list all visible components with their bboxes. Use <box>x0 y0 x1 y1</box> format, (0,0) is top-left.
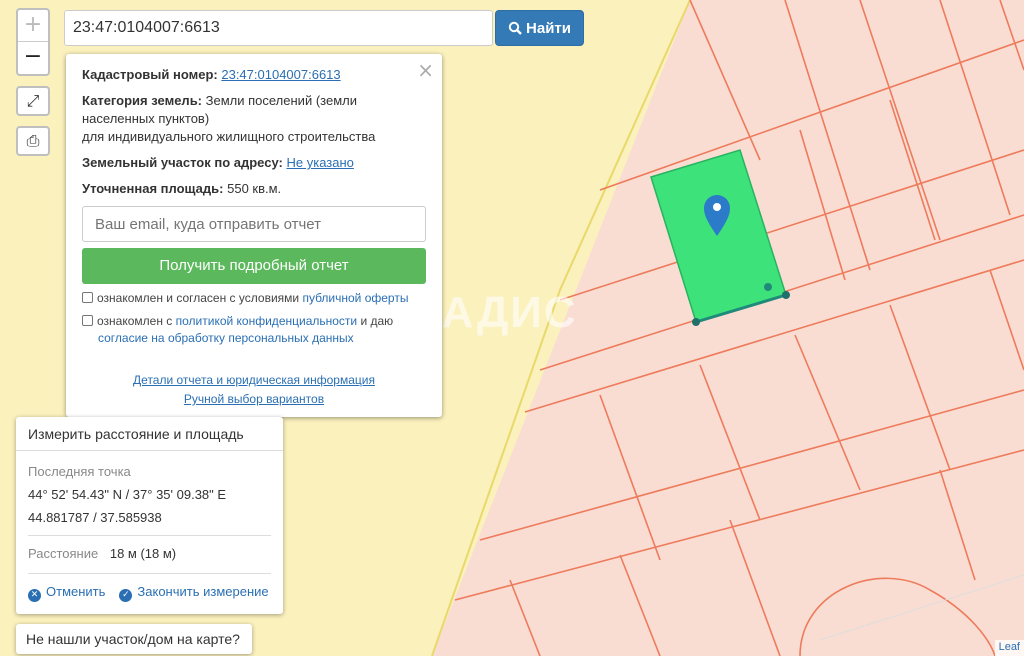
privacy-consent-tail: и даю <box>360 314 394 328</box>
category-value-line3: для индивидуального жилищного строительс… <box>82 129 376 144</box>
category-value: Земли поселений (земли <box>205 93 357 108</box>
not-found-button[interactable]: Не нашли участок/дом на карте? <box>16 624 252 654</box>
privacy-checkbox[interactable] <box>82 315 93 326</box>
search-icon <box>508 21 522 35</box>
offer-consent-text: ознакомлен и согласен с условиями <box>97 291 300 305</box>
address-label: Земельный участок по адресу: <box>82 155 283 170</box>
distance-label: Расстояние <box>28 546 99 561</box>
check-icon: ✓ <box>119 589 133 602</box>
last-point-label: Последняя точка <box>28 464 131 479</box>
email-field[interactable] <box>82 206 426 242</box>
get-report-button[interactable]: Получить подробный отчет <box>82 248 426 284</box>
printer-icon: ⎙ <box>26 131 40 150</box>
zoom-control: + − <box>16 8 50 76</box>
cadastral-link[interactable]: 23:47:0104007:6613 <box>221 67 340 82</box>
offer-checkbox[interactable] <box>82 292 93 303</box>
offer-link[interactable]: публичной оферты <box>302 291 408 305</box>
privacy-policy-link[interactable]: политикой конфиденциальности <box>176 314 357 328</box>
measure-panel: Измерить расстояние и площадь Последняя … <box>16 417 283 614</box>
distance-value: 18 м (18 м) <box>109 546 177 561</box>
finish-measure-button[interactable]: ✓ Закончить измерение <box>119 584 269 602</box>
finish-measure-label: Закончить измерение <box>137 584 269 599</box>
area-value: 550 кв.м. <box>227 181 282 196</box>
close-icon[interactable]: × <box>417 58 434 82</box>
coords-dms: 44° 52' 54.43" N / 37° 35' 09.38" E <box>28 487 227 502</box>
parcel-info-popup: × Кадастровый номер: 23:47:0104007:6613 … <box>66 54 442 417</box>
category-value-line2: населенных пунктов) <box>82 111 210 126</box>
search-button[interactable]: Найти <box>495 10 584 46</box>
manual-selection-link[interactable]: Ручной выбор вариантов <box>184 392 324 406</box>
privacy-consent-text: ознакомлен с <box>97 314 173 328</box>
personal-data-link[interactable]: согласие на обработку персональных данны… <box>98 331 354 345</box>
cancel-icon: ✕ <box>28 589 41 602</box>
cancel-measure-button[interactable]: ✕ Отменить <box>28 584 105 602</box>
report-details-link[interactable]: Детали отчета и юридическая информация <box>133 373 375 387</box>
fullscreen-button[interactable]: ⤢ <box>16 86 50 116</box>
measure-title[interactable]: Измерить расстояние и площадь <box>16 417 283 451</box>
area-label: Уточненная площадь: <box>82 181 224 196</box>
search-button-label: Найти <box>526 19 571 37</box>
privacy-consent: ознакомлен с политикой конфиденциальност… <box>82 313 426 347</box>
cancel-measure-label: Отменить <box>46 584 106 599</box>
address-link[interactable]: Не указано <box>286 155 353 170</box>
coords-decimal: 44.881787 / 37.585938 <box>28 510 162 525</box>
zoom-in-button[interactable]: + <box>18 10 48 42</box>
expand-icon: ⤢ <box>26 91 40 110</box>
print-button[interactable]: ⎙ <box>16 126 50 156</box>
search-input[interactable] <box>64 10 493 46</box>
attribution-link[interactable]: Leaf <box>994 640 1024 656</box>
zoom-out-button[interactable]: − <box>18 42 48 74</box>
category-label: Категория земель: <box>82 93 203 108</box>
offer-consent: ознакомлен и согласен с условиями публич… <box>82 290 426 307</box>
cadastral-label: Кадастровый номер: <box>82 67 218 82</box>
